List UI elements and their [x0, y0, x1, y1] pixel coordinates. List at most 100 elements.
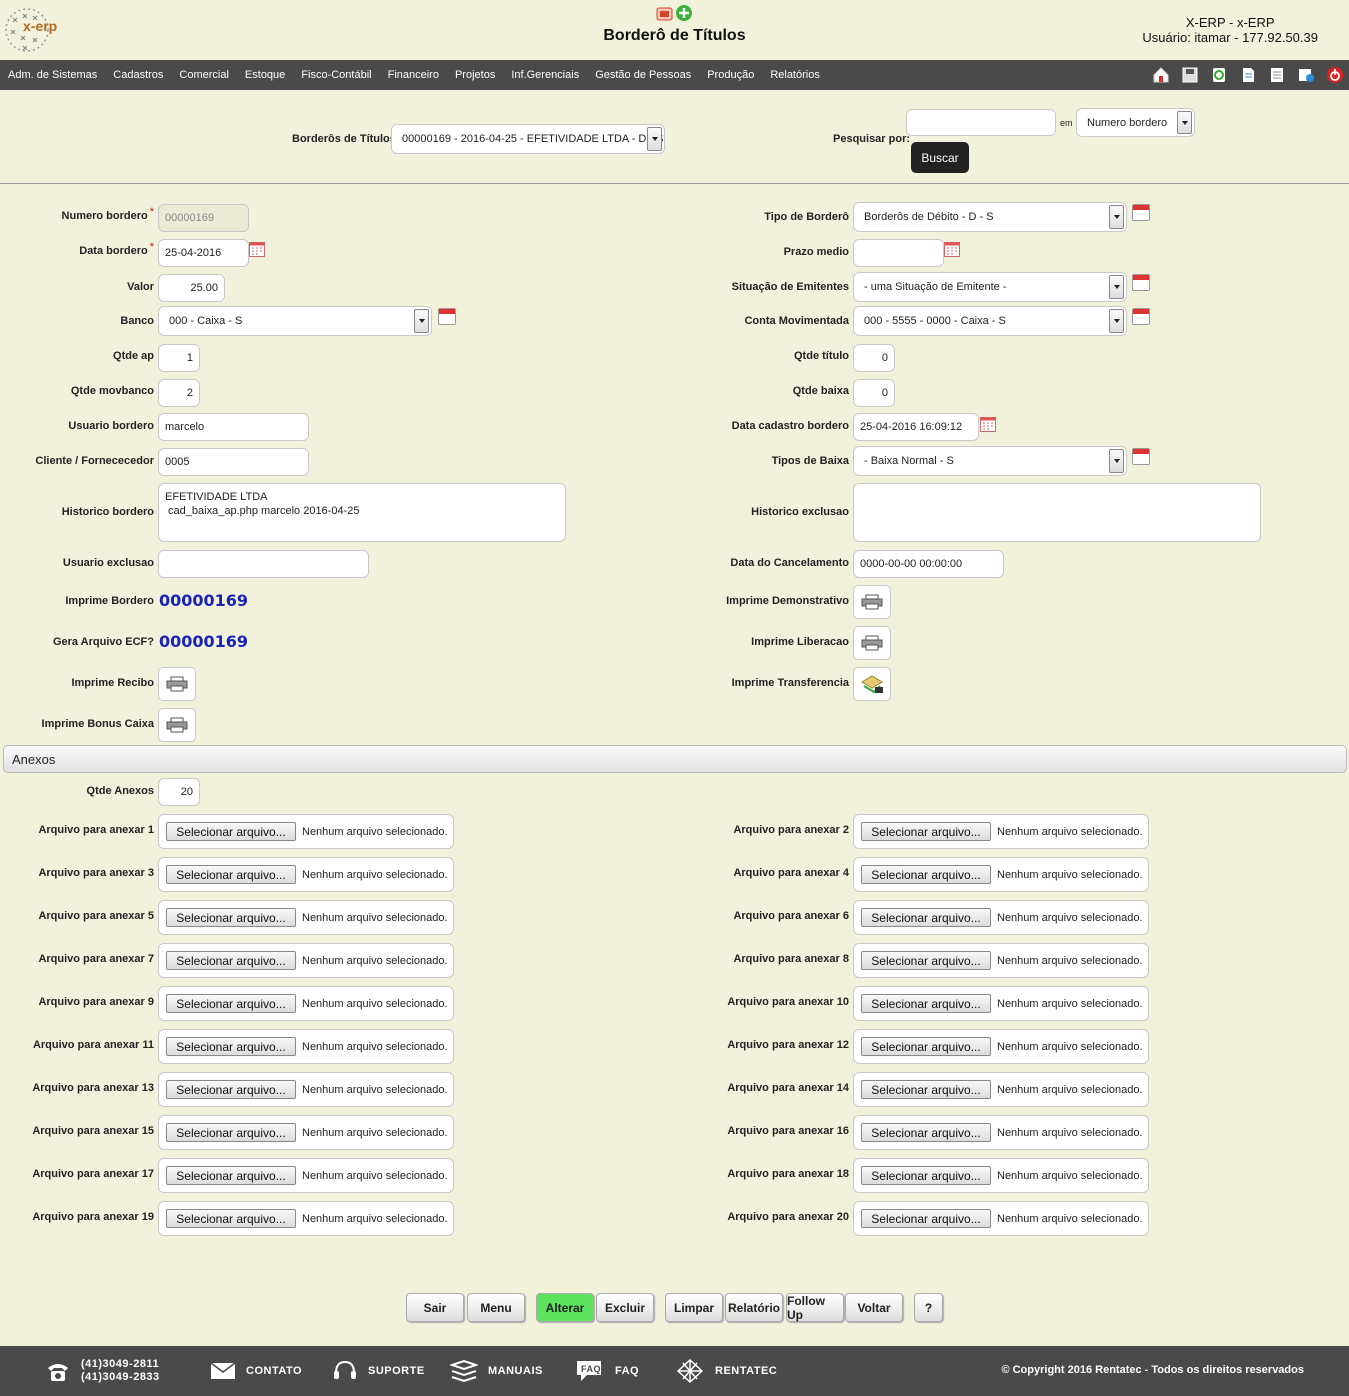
qtde-titulo-field[interactable]: 0 [853, 344, 895, 372]
alterar-button[interactable]: Alterar [536, 1293, 594, 1322]
follow-up-button[interactable]: Follow Up [786, 1293, 844, 1322]
anexo-file-input[interactable]: Selecionar arquivo... Nenhum arquivo sele… [158, 814, 454, 849]
excluir-button[interactable]: Excluir [596, 1293, 654, 1322]
select-file-button[interactable]: Selecionar arquivo... [166, 994, 296, 1013]
help-button[interactable]: ? [914, 1293, 943, 1322]
anexo-file-input[interactable]: Selecionar arquivo... Nenhum arquivo sele… [158, 900, 454, 935]
data-cadastro-field[interactable]: 25-04-2016 16:09:12 [853, 413, 979, 441]
add-situacao-icon[interactable] [1132, 274, 1150, 291]
qtde-movbanco-field[interactable]: 2 [158, 379, 200, 407]
imprime-bordero-link[interactable]: 00000169 [159, 591, 248, 610]
menu-item-cadastros[interactable]: Cadastros [105, 69, 171, 81]
footer-faq[interactable]: FAQ FAQ [575, 1346, 639, 1396]
usuario-exclusao-field[interactable] [158, 550, 369, 578]
calendar-icon[interactable] [944, 242, 960, 257]
add-tipo-bordero-icon[interactable] [1132, 204, 1150, 221]
footer-suporte[interactable]: SUPORTE [332, 1346, 425, 1396]
chevron-down-icon[interactable] [1109, 449, 1124, 473]
anexo-file-input[interactable]: Selecionar arquivo... Nenhum arquivo sele… [158, 1201, 454, 1236]
anexo-file-input[interactable]: Selecionar arquivo... Nenhum arquivo sele… [853, 986, 1149, 1021]
footer-rentatec[interactable]: RENTATEC [675, 1346, 777, 1396]
sair-button[interactable]: Sair [406, 1293, 464, 1322]
add-conta-icon[interactable] [1132, 308, 1150, 325]
banco-select[interactable]: 000 - Caixa - S [158, 306, 432, 336]
menu-item-financeiro[interactable]: Financeiro [380, 69, 447, 81]
select-file-button[interactable]: Selecionar arquivo... [861, 1123, 991, 1142]
select-file-button[interactable]: Selecionar arquivo... [861, 994, 991, 1013]
select-file-button[interactable]: Selecionar arquivo... [861, 822, 991, 841]
chevron-down-icon[interactable] [1109, 275, 1124, 299]
anexo-file-input[interactable]: Selecionar arquivo... Nenhum arquivo sele… [853, 900, 1149, 935]
imprime-transferencia-button[interactable] [853, 667, 891, 701]
qtde-baixa-field[interactable]: 0 [853, 379, 895, 407]
menu-item-gestao-pessoas[interactable]: Gestão de Pessoas [587, 69, 699, 81]
menu-item-producao[interactable]: Produção [699, 69, 762, 81]
anexos-section-header[interactable]: Anexos [3, 745, 1347, 773]
save-icon[interactable] [1180, 65, 1200, 85]
anexo-file-input[interactable]: Selecionar arquivo... Nenhum arquivo sele… [853, 943, 1149, 978]
select-file-button[interactable]: Selecionar arquivo... [166, 951, 296, 970]
data-cancelamento-field[interactable]: 0000-00-00 00:00:00 [853, 550, 1004, 578]
calendar-icon[interactable] [980, 417, 996, 432]
situacao-emitentes-select[interactable]: - uma Situação de Emitente - [853, 272, 1127, 302]
anexo-file-input[interactable]: Selecionar arquivo... Nenhum arquivo sele… [853, 1115, 1149, 1150]
menu-item-relatorios[interactable]: Relatórios [762, 69, 828, 81]
notes-icon[interactable] [1267, 65, 1287, 85]
chevron-down-icon[interactable] [1177, 111, 1192, 134]
anexo-file-input[interactable]: Selecionar arquivo... Nenhum arquivo sele… [158, 1115, 454, 1150]
historico-bordero-textarea[interactable]: EFETIVIDADE LTDA cad_baixa_ap.php marcel… [158, 483, 566, 542]
chevron-down-icon[interactable] [414, 309, 429, 333]
menu-item-inf-gerenciais[interactable]: Inf.Gerenciais [503, 69, 587, 81]
recycle-icon[interactable] [1209, 65, 1229, 85]
imprime-bonus-caixa-button[interactable] [158, 708, 196, 742]
power-icon[interactable] [1325, 65, 1345, 85]
select-file-button[interactable]: Selecionar arquivo... [861, 865, 991, 884]
imprime-liberacao-button[interactable] [853, 626, 891, 660]
anexo-file-input[interactable]: Selecionar arquivo... Nenhum arquivo sele… [853, 857, 1149, 892]
historico-exclusao-textarea[interactable] [853, 483, 1261, 542]
add-tipos-baixa-icon[interactable] [1132, 448, 1150, 465]
anexo-file-input[interactable]: Selecionar arquivo... Nenhum arquivo sele… [158, 1029, 454, 1064]
bordero-selector[interactable]: 00000169 - 2016-04-25 - EFETIVIDADE LTDA… [391, 124, 665, 154]
search-button[interactable]: Buscar [911, 142, 969, 173]
relatorio-button[interactable]: Relatório [725, 1293, 783, 1322]
chevron-down-icon[interactable] [1109, 309, 1124, 333]
select-file-button[interactable]: Selecionar arquivo... [166, 865, 296, 884]
select-file-button[interactable]: Selecionar arquivo... [166, 908, 296, 927]
menu-item-projetos[interactable]: Projetos [447, 69, 503, 81]
tipos-baixa-select[interactable]: - Baixa Normal - S [853, 446, 1127, 476]
imprime-recibo-button[interactable] [158, 667, 196, 701]
anexo-file-input[interactable]: Selecionar arquivo... Nenhum arquivo sele… [853, 1029, 1149, 1064]
search-input[interactable] [906, 109, 1056, 136]
usuario-bordero-field[interactable]: marcelo [158, 413, 309, 441]
select-file-button[interactable]: Selecionar arquivo... [166, 1080, 296, 1099]
search-field-select[interactable]: Numero bordero [1076, 108, 1195, 137]
anexo-file-input[interactable]: Selecionar arquivo... Nenhum arquivo sele… [853, 1158, 1149, 1193]
select-file-button[interactable]: Selecionar arquivo... [166, 822, 296, 841]
select-file-button[interactable]: Selecionar arquivo... [166, 1123, 296, 1142]
menu-item-fisco[interactable]: Fisco-Contábil [293, 69, 379, 81]
prazo-medio-field[interactable] [853, 239, 944, 267]
limpar-button[interactable]: Limpar [665, 1293, 723, 1322]
qtde-anexos-field[interactable]: 20 [158, 778, 200, 806]
select-file-button[interactable]: Selecionar arquivo... [166, 1209, 296, 1228]
calendar-icon[interactable] [249, 242, 265, 257]
anexo-file-input[interactable]: Selecionar arquivo... Nenhum arquivo sele… [158, 986, 454, 1021]
select-file-button[interactable]: Selecionar arquivo... [861, 1166, 991, 1185]
select-file-button[interactable]: Selecionar arquivo... [861, 908, 991, 927]
qtde-ap-field[interactable]: 1 [158, 344, 200, 372]
anexo-file-input[interactable]: Selecionar arquivo... Nenhum arquivo sele… [158, 943, 454, 978]
document-icon[interactable] [1238, 65, 1258, 85]
footer-contato[interactable]: CONTATO [210, 1346, 302, 1396]
menu-button[interactable]: Menu [467, 1293, 525, 1322]
select-file-button[interactable]: Selecionar arquivo... [861, 1080, 991, 1099]
voltar-button[interactable]: Voltar [845, 1293, 903, 1322]
anexo-file-input[interactable]: Selecionar arquivo... Nenhum arquivo sele… [158, 857, 454, 892]
select-file-button[interactable]: Selecionar arquivo... [861, 1209, 991, 1228]
chevron-down-icon[interactable] [647, 127, 662, 151]
report-icon[interactable] [656, 7, 673, 21]
menu-item-adm[interactable]: Adm. de Sistemas [0, 69, 105, 81]
add-icon[interactable] [676, 5, 692, 21]
chevron-down-icon[interactable] [1109, 205, 1124, 229]
anexo-file-input[interactable]: Selecionar arquivo... Nenhum arquivo sele… [853, 814, 1149, 849]
